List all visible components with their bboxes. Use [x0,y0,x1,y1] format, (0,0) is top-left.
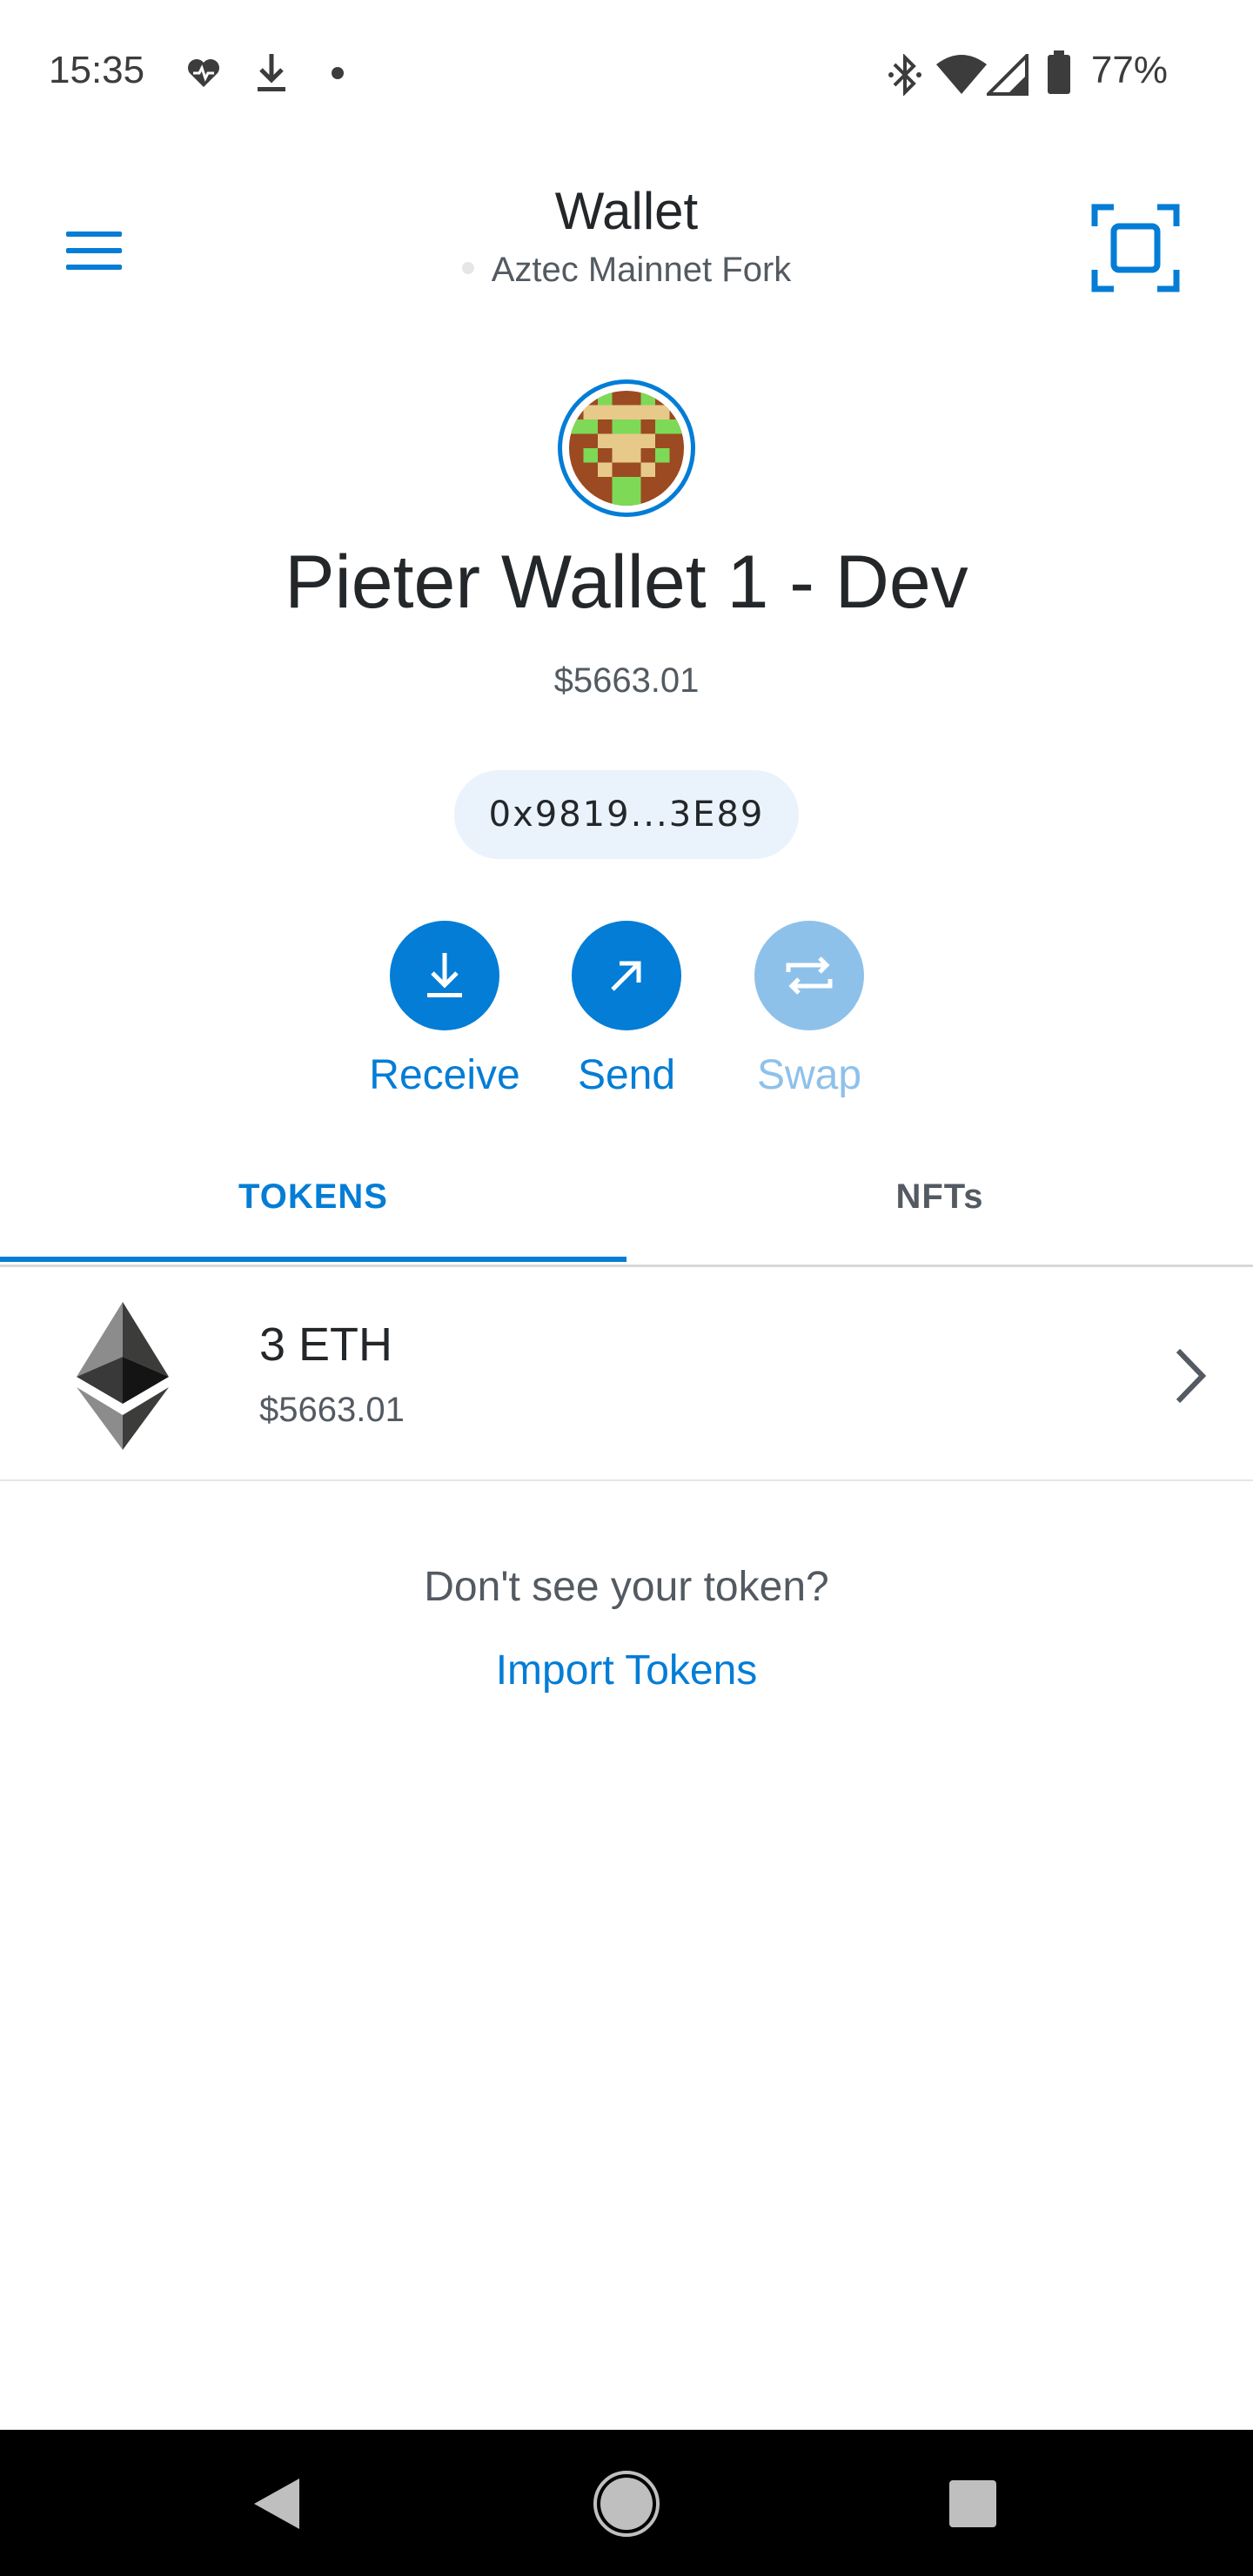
token-fiat-value: $5663.01 [259,1391,405,1429]
heart-pulse-icon [188,59,219,87]
tab-tokens[interactable]: TOKENS [0,1131,626,1262]
avatar [569,391,684,506]
ethereum-icon [77,1302,169,1450]
app-header: Wallet Aztec Mainnet Fork [0,148,1253,339]
dot-icon [332,67,344,79]
import-tokens-link[interactable]: Import Tokens [452,1647,801,1694]
bluetooth-icon [888,54,921,96]
battery-icon [1048,50,1070,94]
wifi-icon [936,55,987,94]
token-list-item[interactable]: 3 ETH $5663.01 [0,1267,1253,1479]
account-balance: $5663.01 [553,661,700,700]
tab-nfts[interactable]: NFTs [626,1131,1253,1262]
account-name[interactable]: Pieter Wallet 1 - Dev [0,540,1253,626]
send-label: Send [577,1052,676,1098]
asset-tabs: TOKENS NFTs [0,1131,1253,1267]
account-avatar[interactable] [558,379,695,517]
arrow-up-right-icon [611,961,641,991]
missing-token-prompt: Don't see your token? [424,1564,829,1610]
scan-button[interactable] [1088,200,1183,296]
send-circle [572,921,681,1030]
network-status-dot [461,262,474,275]
receive-button[interactable]: Receive [358,921,532,1099]
battery-percent: 77% [1090,49,1168,91]
network-selector[interactable]: Aztec Mainnet Fork [0,251,1253,290]
download-icon [258,54,285,91]
send-button[interactable]: Send [539,921,714,1099]
identicon-icon [569,391,684,506]
page-title: Wallet [554,182,699,240]
account-address-button[interactable]: 0x9819...3E89 [454,770,799,859]
chevron-right-icon [1176,1348,1207,1404]
token-amount: 3 ETH [259,1318,393,1371]
swap-label: Swap [756,1052,862,1098]
network-name: Aztec Mainnet Fork [491,251,792,289]
recents-icon[interactable] [934,2465,1012,2543]
active-tab-indicator [0,1257,626,1262]
download-arrow-icon [427,953,462,997]
qr-scan-icon [1091,204,1180,292]
status-bar: 15:35 77% [0,0,1253,148]
swap-button[interactable]: Swap [722,921,896,1099]
receive-circle [390,921,499,1030]
swap-icon [786,956,833,995]
signal-icon [987,54,1029,96]
receive-label: Receive [369,1052,520,1098]
back-icon[interactable] [237,2465,315,2543]
status-time: 15:35 [49,49,145,91]
swap-circle [754,921,864,1030]
system-nav-bar [0,2430,1253,2576]
wallet-screen: 15:35 77% Wallet Aztec Mainnet Fork Piet… [0,0,1253,2576]
list-divider [0,1479,1253,1481]
home-icon[interactable] [587,2465,666,2543]
